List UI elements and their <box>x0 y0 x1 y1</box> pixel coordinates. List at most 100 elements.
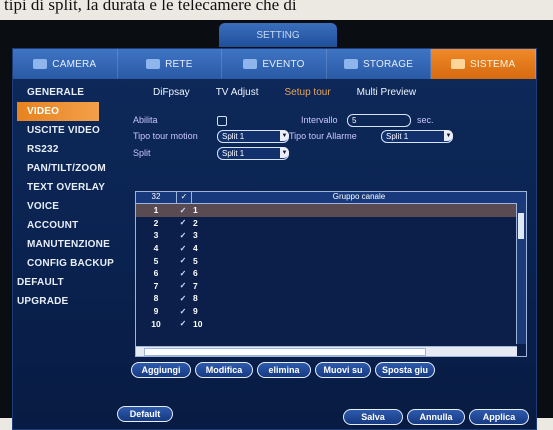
row-group: 3 <box>193 230 198 241</box>
table-row[interactable]: 2 ✓ 2 <box>136 217 526 230</box>
horizontal-scrollbar[interactable] <box>136 346 517 356</box>
tab-label: EVENTO <box>262 58 305 70</box>
intervallo-input[interactable]: 5 <box>347 114 411 127</box>
tipo-tour-motion-select[interactable]: Split 1 ▼ <box>217 130 289 143</box>
sidebar-item-text-overlay[interactable]: TEXT OVERLAY <box>13 178 121 197</box>
row-group: 8 <box>193 293 198 304</box>
tipo-tour-allarme-label: Tipo tour Allarme <box>289 131 357 141</box>
sposta-giu-button[interactable]: Sposta giu <box>375 362 435 378</box>
row-number: 5 <box>153 255 159 266</box>
header-group: Gruppo canale <box>332 192 386 201</box>
intervallo-label: Intervallo <box>301 115 338 125</box>
muovi-su-button[interactable]: Muovi su <box>315 362 371 378</box>
split-value: Split 1 <box>222 149 245 158</box>
subtab-difpsay[interactable]: DiFpsay <box>153 87 190 98</box>
sidebar-item-config-backup[interactable]: CONFIG BACKUP <box>13 254 121 273</box>
sidebar-item-upgrade[interactable]: UPGRADE <box>13 292 121 311</box>
annulla-button[interactable]: Annulla <box>407 409 465 425</box>
row-number: 6 <box>153 268 159 279</box>
scroll-thumb[interactable] <box>518 213 524 239</box>
header-count: 32 <box>136 192 177 203</box>
sidebar-item-uscite-video[interactable]: USCITE VIDEO <box>13 121 121 140</box>
row-group: 6 <box>193 268 198 279</box>
tab-evento[interactable]: EVENTO <box>222 49 327 79</box>
table-row[interactable]: 4 ✓ 4 <box>136 242 526 255</box>
tab-camera[interactable]: CAMERA <box>13 49 118 79</box>
tab-storage[interactable]: STORAGE <box>327 49 432 79</box>
table-row[interactable]: 1 ✓ 1 <box>136 204 526 217</box>
chevron-down-icon: ▼ <box>444 130 453 141</box>
row-number: 8 <box>153 293 159 304</box>
row-checkbox[interactable]: ✓ <box>176 281 190 290</box>
elimina-button[interactable]: elimina <box>257 362 311 378</box>
tab-rete[interactable]: RETE <box>118 49 223 79</box>
default-button[interactable]: Default <box>117 406 173 422</box>
tipo-tour-motion-value: Split 1 <box>222 132 245 141</box>
event-icon <box>243 59 258 69</box>
table-row[interactable]: 10 ✓ 10 <box>136 317 526 330</box>
sidebar: GENERALE VIDEO USCITE VIDEO RS232 PAN/TILT/Z… <box>13 83 121 311</box>
sidebar-item-voice[interactable]: VOICE <box>13 197 121 216</box>
table-row[interactable]: 9 ✓ 9 <box>136 305 526 318</box>
tipo-tour-allarme-select[interactable]: Split 1 ▼ <box>381 130 453 143</box>
subtab-setup-tour[interactable]: Setup tour <box>285 87 331 98</box>
row-group: 5 <box>193 255 198 266</box>
row-number: 7 <box>153 280 159 291</box>
row-checkbox[interactable]: ✓ <box>176 218 190 227</box>
row-group: 1 <box>193 205 198 216</box>
sidebar-item-default[interactable]: DEFAULT <box>13 273 121 292</box>
abilita-checkbox[interactable] <box>217 116 227 126</box>
camera-icon <box>33 59 48 69</box>
settings-window: SETTING CAMERA RETE EVENTO STORAGE SISTEMA G… <box>12 23 537 430</box>
sidebar-item-rs232[interactable]: RS232 <box>13 140 121 159</box>
photo-caption: tipi di split, la durata e le telecamere… <box>4 0 297 14</box>
row-checkbox[interactable]: ✓ <box>176 256 190 265</box>
row-group: 2 <box>193 217 198 228</box>
system-icon <box>451 59 466 69</box>
window-title: SETTING <box>219 23 337 47</box>
tab-label: SISTEMA <box>470 58 516 70</box>
sidebar-item-generale[interactable]: GENERALE <box>13 83 121 102</box>
row-checkbox[interactable]: ✓ <box>176 269 190 278</box>
subtab-tv-adjust[interactable]: TV Adjust <box>216 87 259 98</box>
row-number: 4 <box>153 243 159 254</box>
row-checkbox[interactable]: ✓ <box>176 244 190 253</box>
channel-group-table: 32 ✓ Gruppo canale 1 ✓ 1 2 ✓ 2 3 ✓ 3 4 ✓ 4 5 ✓ 5 6 ✓ 6 7 ✓ 7… <box>135 191 527 357</box>
table-body: 1 ✓ 1 2 ✓ 2 3 ✓ 3 4 ✓ 4 5 ✓ 5 6 ✓ 6 7 ✓ 7 8 ✓ 8 9 ✓ 9 10 ✓ 10 <box>136 204 526 330</box>
storage-icon <box>344 59 359 69</box>
subtab-multi-preview[interactable]: Multi Preview <box>357 87 416 98</box>
row-group: 10 <box>193 318 203 329</box>
scroll-thumb[interactable] <box>144 348 426 356</box>
table-row[interactable]: 5 ✓ 5 <box>136 254 526 267</box>
tab-label: STORAGE <box>363 58 414 70</box>
table-row[interactable]: 7 ✓ 7 <box>136 280 526 293</box>
sidebar-item-manutenzione[interactable]: MANUTENZIONE <box>13 235 121 254</box>
aggiungi-button[interactable]: Aggiungi <box>131 362 191 378</box>
row-checkbox[interactable]: ✓ <box>176 307 190 316</box>
row-checkbox[interactable]: ✓ <box>176 231 190 240</box>
tab-sistema[interactable]: SISTEMA <box>431 49 536 79</box>
table-header: 32 ✓ Gruppo canale <box>136 192 526 204</box>
modifica-button[interactable]: Modifica <box>195 362 253 378</box>
row-group: 4 <box>193 243 198 254</box>
split-select[interactable]: Split 1 ▼ <box>217 147 289 160</box>
table-row[interactable]: 8 ✓ 8 <box>136 292 526 305</box>
table-row[interactable]: 6 ✓ 6 <box>136 267 526 280</box>
row-checkbox[interactable]: ✓ <box>176 206 190 215</box>
header-select-all-checkbox[interactable]: ✓ <box>177 192 192 203</box>
row-checkbox[interactable]: ✓ <box>176 319 190 328</box>
salva-button[interactable]: Salva <box>343 409 403 425</box>
tipo-tour-motion-label: Tipo tour motion <box>133 131 198 141</box>
network-icon <box>146 59 161 69</box>
row-number: 2 <box>153 217 159 228</box>
table-row[interactable]: 3 ✓ 3 <box>136 229 526 242</box>
split-label: Split <box>133 148 151 158</box>
row-group: 7 <box>193 280 198 291</box>
row-group: 9 <box>193 306 198 317</box>
applica-button[interactable]: Applica <box>469 409 529 425</box>
vertical-scrollbar[interactable] <box>516 203 526 344</box>
sidebar-item-pan-tilt-zoom[interactable]: PAN/TILT/ZOOM <box>13 159 121 178</box>
sidebar-item-account[interactable]: ACCOUNT <box>13 216 121 235</box>
row-checkbox[interactable]: ✓ <box>176 294 190 303</box>
sidebar-item-video[interactable]: VIDEO <box>17 102 99 121</box>
